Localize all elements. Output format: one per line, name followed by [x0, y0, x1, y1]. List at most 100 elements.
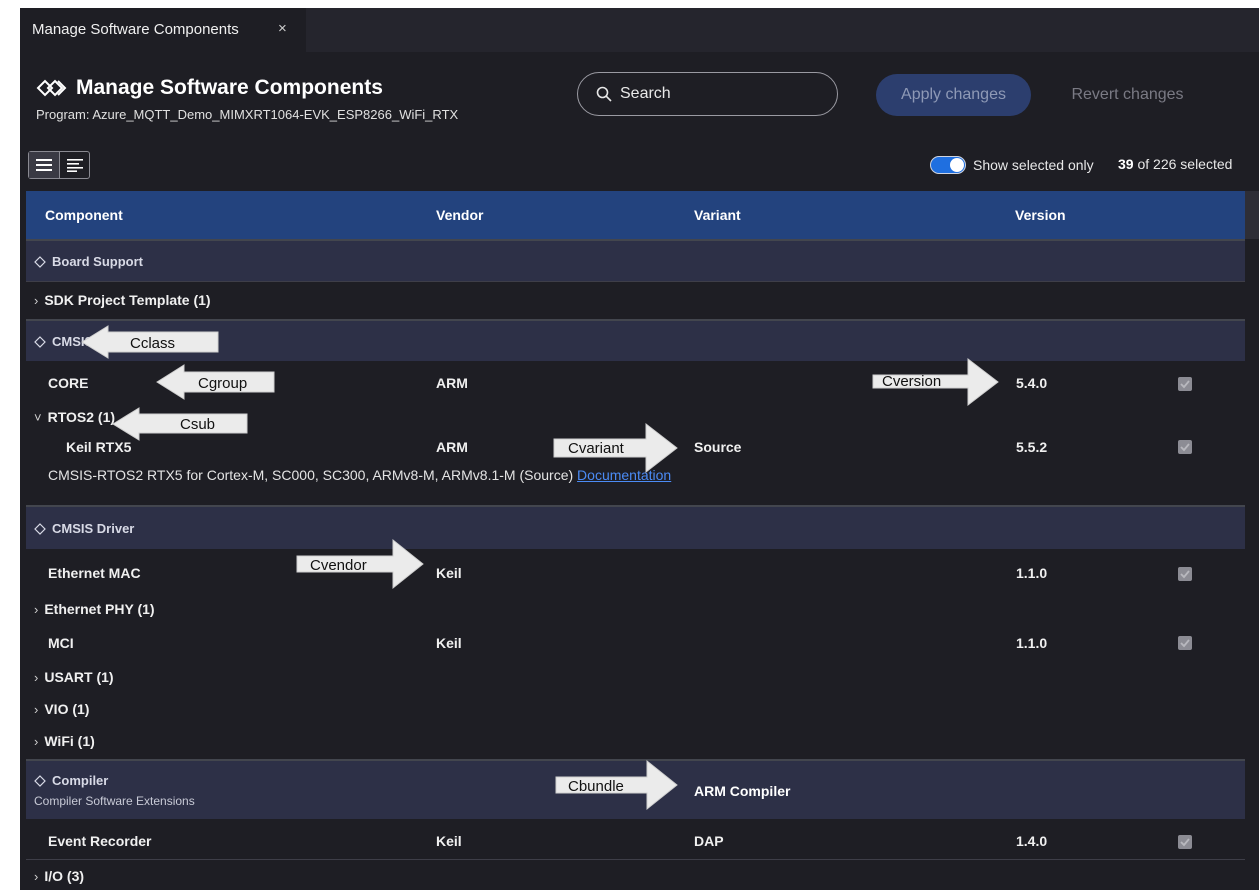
diamond-icon [34, 522, 46, 535]
selected-count-number: 39 [1118, 156, 1134, 172]
callout-cvariant: Cvariant [568, 440, 624, 457]
chevron-right-icon[interactable]: › [34, 293, 38, 308]
chevron-right-icon[interactable]: › [34, 670, 38, 685]
component-vendor: ARM [436, 439, 468, 455]
component-version: 1.1.0 [1016, 565, 1048, 581]
show-selected-label: Show selected only [973, 157, 1094, 173]
selected-count-suffix: of 226 selected [1137, 156, 1233, 172]
class-row-cmsis[interactable]: CMSIS [26, 319, 1245, 361]
callout-cclass: Cclass [130, 335, 176, 352]
component-row-ethernet-mac[interactable]: Ethernet MAC Keil 1.1.0 [26, 549, 1245, 591]
toggle-knob [950, 158, 964, 172]
text-lines-icon [66, 159, 83, 172]
scrollbar-track[interactable] [1245, 191, 1259, 239]
group-row-ethernet-phy[interactable]: › Ethernet PHY (1) [26, 591, 1245, 625]
group-label: WiFi (1) [44, 733, 95, 749]
description-text: CMSIS-RTOS2 RTX5 for Cortex-M, SC000, SC… [48, 467, 574, 483]
column-header-version[interactable]: Version [1015, 207, 1066, 223]
column-header-component[interactable]: Component [45, 207, 123, 223]
tab-title: Manage Software Components [32, 21, 239, 38]
group-label: USART (1) [44, 669, 114, 685]
group-label: RTOS2 (1) [47, 409, 116, 425]
chevron-right-icon[interactable]: › [34, 702, 38, 717]
group-label: I/O (3) [44, 868, 85, 884]
component-checkbox[interactable] [1178, 377, 1192, 391]
table-header: Component Vendor Variant Version [26, 191, 1245, 239]
group-label: VIO (1) [44, 701, 90, 717]
component-name: MCI [48, 635, 74, 651]
class-label: CMSIS Driver [34, 521, 134, 536]
component-row-mci[interactable]: MCI Keil 1.1.0 [26, 625, 1245, 659]
collapse-all-button[interactable] [59, 152, 89, 178]
callout-cversion: Cversion [882, 373, 942, 390]
class-description: Compiler Software Extensions [34, 794, 195, 808]
expand-all-button[interactable] [29, 152, 59, 178]
component-checkbox[interactable] [1178, 636, 1192, 650]
group-row-usart[interactable]: › USART (1) [26, 659, 1245, 693]
component-vendor: Keil [436, 635, 462, 651]
class-name: Board Support [52, 254, 143, 269]
page-title-row: Manage Software Components [36, 76, 383, 100]
diamond-icon [34, 335, 46, 348]
callout-cvendor: Cvendor [310, 557, 367, 574]
component-name: CORE [48, 375, 89, 391]
search-input[interactable] [620, 85, 820, 103]
class-row-board-support[interactable]: Board Support [26, 239, 1245, 281]
component-description-row: CMSIS-RTOS2 RTX5 for Cortex-M, SC000, SC… [26, 461, 1245, 491]
chevron-right-icon[interactable]: › [34, 602, 38, 617]
checkmark-icon [1180, 443, 1190, 452]
group-row-io[interactable]: › I/O (3) [26, 859, 1245, 890]
chevron-down-icon[interactable]: ˅ [34, 410, 42, 425]
group-name: › VIO (1) [34, 701, 89, 717]
column-header-vendor[interactable]: Vendor [436, 207, 483, 223]
components-icon [36, 79, 67, 97]
group-name: › I/O (3) [34, 868, 84, 884]
tab-close-icon[interactable]: × [278, 20, 287, 37]
component-vendor: ARM [436, 375, 468, 391]
component-variant[interactable]: Source [694, 439, 741, 455]
callout-cgroup: Cgroup [198, 375, 248, 392]
group-row-vio[interactable]: › VIO (1) [26, 693, 1245, 727]
page-title: Manage Software Components [76, 76, 383, 99]
class-row-compiler[interactable]: Compiler Compiler Software Extensions AR… [26, 759, 1245, 819]
component-name: Keil RTX5 [66, 439, 132, 455]
class-label: Board Support [34, 254, 143, 269]
diamond-icon [34, 774, 46, 787]
search-box[interactable] [577, 72, 838, 116]
callout-cbundle: Cbundle [568, 778, 624, 795]
component-name: Event Recorder [48, 833, 152, 849]
selected-count: 39 of 226 selected [1118, 156, 1232, 172]
component-row-event-recorder[interactable]: Event Recorder Keil DAP 1.4.0 [26, 819, 1245, 859]
apply-changes-button[interactable]: Apply changes [876, 74, 1031, 116]
group-label: SDK Project Template (1) [44, 292, 211, 308]
view-mode-toggle [28, 151, 90, 179]
component-variant[interactable]: DAP [694, 833, 724, 849]
show-selected-only[interactable]: Show selected only [930, 154, 1094, 176]
group-name: › WiFi (1) [34, 733, 95, 749]
class-label: Compiler [34, 773, 108, 788]
component-vendor: Keil [436, 833, 462, 849]
documentation-link[interactable]: Documentation [577, 467, 671, 483]
revert-changes-button[interactable]: Revert changes [1055, 74, 1200, 116]
column-header-variant[interactable]: Variant [694, 207, 741, 223]
callout-csub: Csub [180, 416, 216, 433]
chevron-right-icon[interactable]: › [34, 734, 38, 749]
show-selected-toggle[interactable] [930, 156, 966, 174]
component-version: 1.4.0 [1016, 833, 1048, 849]
component-description: CMSIS-RTOS2 RTX5 for Cortex-M, SC000, SC… [48, 467, 671, 483]
class-bundle[interactable]: ARM Compiler [694, 783, 790, 799]
component-version: 5.4.0 [1016, 375, 1048, 391]
group-row-wifi[interactable]: › WiFi (1) [26, 727, 1245, 759]
class-row-cmsis-driver[interactable]: CMSIS Driver [26, 505, 1245, 549]
component-checkbox[interactable] [1178, 567, 1192, 581]
chevron-right-icon[interactable]: › [34, 869, 38, 884]
component-checkbox[interactable] [1178, 835, 1192, 849]
checkmark-icon [1180, 838, 1190, 847]
component-version: 5.5.2 [1016, 439, 1048, 455]
group-name: ˅ RTOS2 (1) [34, 409, 115, 425]
tab-manage-software-components[interactable]: Manage Software Components × [20, 8, 306, 52]
component-row-keil-rtx5[interactable]: Keil RTX5 ARM Source 5.5.2 [26, 431, 1245, 461]
component-checkbox[interactable] [1178, 440, 1192, 454]
class-name: CMSIS [52, 334, 94, 349]
group-row-sdk-project-template[interactable]: › SDK Project Template (1) [26, 281, 1245, 319]
